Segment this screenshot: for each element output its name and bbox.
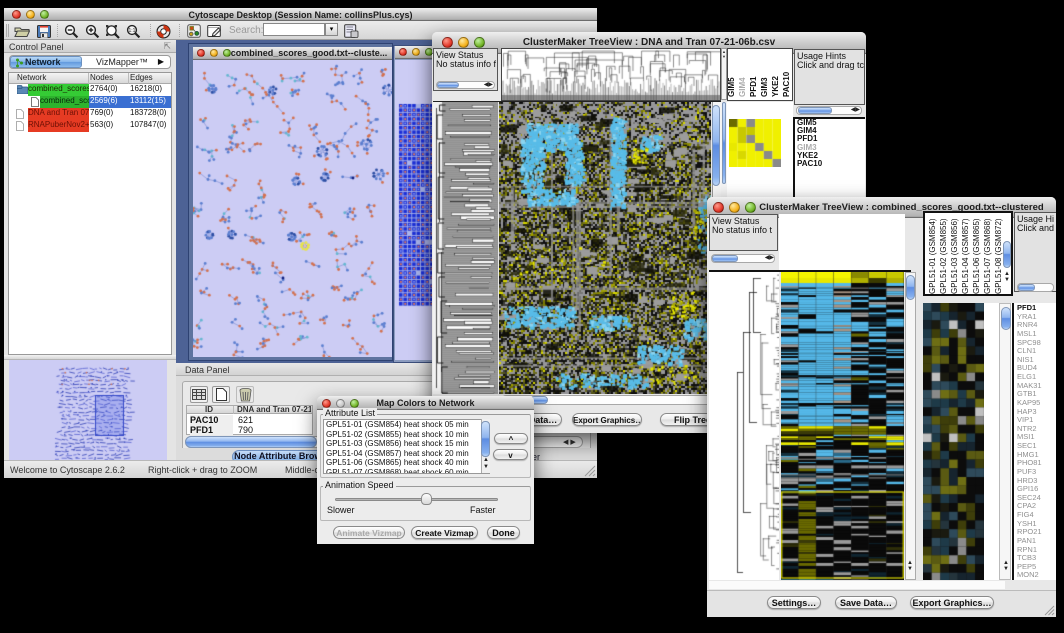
svg-text:1:1: 1:1 [129, 28, 136, 34]
